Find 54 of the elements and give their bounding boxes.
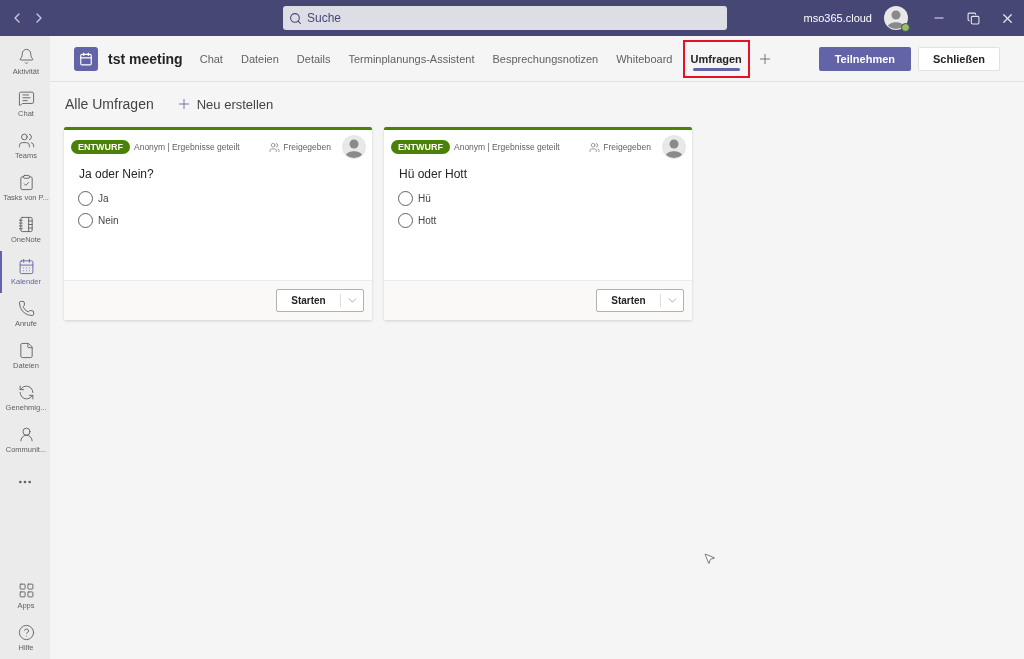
avatar-icon <box>342 135 366 159</box>
sidebar-icon <box>17 258 35 275</box>
sidebar-icon <box>17 48 35 65</box>
shared-label: Freigegeben <box>603 142 651 152</box>
cursor-icon <box>703 552 716 565</box>
restore-icon <box>966 11 980 25</box>
tab[interactable]: Details <box>290 41 337 76</box>
meeting-title: tst meeting <box>108 50 183 67</box>
radio-button[interactable] <box>398 212 413 228</box>
shared-label: Freigegeben <box>283 142 331 152</box>
sidebar-icon <box>17 132 35 149</box>
avatar-icon <box>662 135 686 159</box>
status-badge: ENTWURF <box>391 140 450 154</box>
radio-button[interactable] <box>398 190 413 206</box>
sidebar-icon <box>17 216 35 233</box>
avatar-icon <box>884 6 908 30</box>
tab[interactable]: Whiteboard <box>610 41 679 76</box>
meeting-icon <box>74 46 98 71</box>
new-poll-button[interactable]: Neu erstellen <box>175 96 274 112</box>
sidebar-icon <box>17 174 35 191</box>
sidebar-icon <box>17 426 35 443</box>
close-meeting-button[interactable]: Schließen <box>918 46 1000 71</box>
poll-option[interactable]: Nein <box>64 209 372 231</box>
start-button[interactable]: Starten <box>276 289 364 312</box>
join-button[interactable]: Teilnehmen <box>818 46 912 71</box>
poll-question: Hü oder Hott <box>398 166 469 183</box>
people-icon <box>589 141 601 153</box>
poll-option[interactable]: Hott <box>384 209 692 231</box>
search-icon <box>289 11 302 25</box>
poll-meta: Anonym | Ergebnisse geteilt <box>134 142 240 152</box>
sidebar-icon <box>17 384 35 401</box>
sidebar-icon <box>17 342 35 359</box>
radio-button[interactable] <box>78 190 93 206</box>
sidebar-icon <box>17 624 35 641</box>
tab[interactable]: Umfragen <box>684 41 748 76</box>
poll-option[interactable]: Hü <box>384 187 692 209</box>
tab[interactable]: Besprechungsnotizen <box>486 41 605 76</box>
poll-meta: Anonym | Ergebnisse geteilt <box>454 142 560 152</box>
account-name: mso365.cloud <box>803 12 872 24</box>
search-field[interactable]: Suche <box>283 6 727 30</box>
status-badge: ENTWURF <box>71 140 130 154</box>
poll-option[interactable]: Ja <box>64 187 372 209</box>
tab[interactable]: Terminplanungs-Assistent <box>342 41 481 76</box>
radio-button[interactable] <box>78 212 93 228</box>
sidebar-icon <box>17 90 35 107</box>
presence-icon <box>901 23 910 32</box>
section-title: Alle Umfragen <box>65 96 154 112</box>
poll-question: Ja oder Nein? <box>78 166 155 183</box>
tab[interactable]: Chat <box>193 41 229 76</box>
sidebar-icon <box>17 582 35 599</box>
start-button[interactable]: Starten <box>596 289 684 312</box>
tab[interactable]: Dateien <box>234 41 285 76</box>
people-icon <box>269 141 281 153</box>
sidebar-icon <box>17 300 35 317</box>
